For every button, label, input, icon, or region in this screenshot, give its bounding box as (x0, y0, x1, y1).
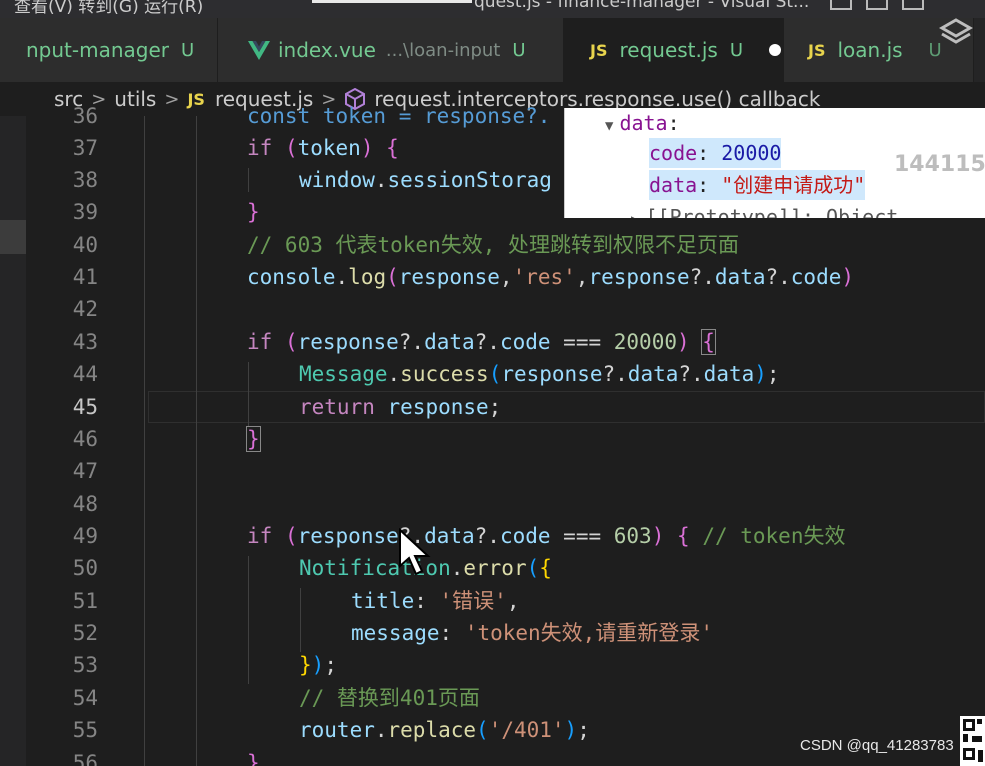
code-line-49: if (response?.data?.code === 603) { // t… (247, 524, 846, 548)
tree-prop-code: code: 20000 (649, 138, 782, 168)
line-number: 47 (72, 459, 98, 483)
code-line-56: } (247, 751, 260, 766)
tree-prop-data: data: "创建申请成功" (649, 170, 866, 200)
line-number: 54 (72, 686, 98, 710)
devtools-console-popup: ▼data: code: 20000 data: "创建申请成功" ▶[[Pro… (564, 108, 985, 218)
indent-guide (248, 362, 249, 426)
tab-index-vue[interactable]: index.vue ...\loan-input U (218, 18, 564, 82)
line-number: 40 (72, 233, 98, 257)
code-line-53: }); (299, 653, 337, 677)
untracked-badge: U (512, 39, 526, 61)
line-number: 51 (72, 589, 98, 613)
line-number: 55 (72, 718, 98, 742)
tree-prototype[interactable]: ▶[[Prototype]]: Object (631, 202, 898, 218)
code-line-46: } (246, 426, 261, 452)
code-line-38: window.sessionStorag (299, 168, 552, 192)
vscode-window: 查看(V) 转到(G) 运行(R) quest.js - finance-man… (0, 0, 985, 766)
tab-request-js[interactable]: JS request.js U (564, 18, 784, 82)
panel-toggle-icon[interactable] (866, 0, 888, 10)
left-panel-edge (0, 116, 26, 766)
line-number: 49 (72, 524, 98, 548)
code-line-41: console.log(response,'res',response?.dat… (247, 265, 855, 289)
indent-guide (300, 588, 301, 652)
indent-guide (248, 556, 249, 684)
video-logo-icon (938, 18, 974, 52)
selected-item-marker (0, 220, 26, 254)
line-number: 46 (72, 427, 98, 451)
menu-bar: 查看(V) 转到(G) 运行(R) quest.js - finance-man… (0, 0, 985, 18)
line-number: 36 (72, 104, 98, 128)
code-line-43: if (response?.data?.code === 20000) { (247, 329, 716, 355)
mouse-pointer-icon (398, 527, 432, 580)
qr-code-icon (960, 716, 985, 766)
tab-description: ...\loan-input (385, 39, 501, 61)
triangle-down-icon[interactable]: ▼ (605, 118, 613, 134)
code-line-40: // 603 代表token失效, 处理跳转到权限不足页面 (247, 233, 740, 257)
untracked-badge: U (181, 39, 195, 61)
redaction-bar (312, 0, 472, 3)
line-number: 37 (72, 136, 98, 160)
tab-label: loan.js (837, 38, 903, 62)
code-line-52: message: 'token失效,请重新登录' (351, 621, 713, 645)
line-number-current: 45 (72, 395, 98, 419)
window-title: quest.js - finance-manager - Visual St..… (474, 0, 810, 12)
code-line-44: Message.success(response?.data?.data); (299, 362, 780, 386)
js-file-icon: JS (808, 40, 826, 60)
tab-input-manager[interactable]: nput-manager U (0, 18, 218, 82)
indent-guide (144, 116, 145, 766)
untracked-badge: U (729, 39, 744, 61)
chevron-right-icon: > (164, 88, 180, 110)
line-number: 56 (72, 751, 98, 766)
layout-toggle-icon[interactable] (830, 0, 852, 10)
code-line-39: } (247, 200, 260, 224)
line-number: 53 (72, 653, 98, 677)
current-line-highlight (148, 391, 985, 423)
code-line-36: const token = response?. (247, 104, 551, 128)
code-line-55: router.replace('/401'); (299, 718, 590, 742)
line-number: 43 (72, 330, 98, 354)
js-file-icon: JS (187, 89, 205, 109)
tree-node-data[interactable]: ▼ data: (605, 108, 680, 138)
line-number: 50 (72, 556, 98, 580)
tab-bar: nput-manager U index.vue ...\loan-input … (0, 18, 985, 82)
code-line-54: // 替换到401页面 (299, 686, 480, 710)
tab-label: index.vue (278, 38, 376, 62)
code-line-45: return response; (299, 395, 502, 419)
line-number: 38 (72, 168, 98, 192)
js-file-icon: JS (590, 40, 608, 60)
tab-label: request.js (619, 38, 718, 62)
background-ghost-text: 1441152 (894, 152, 985, 177)
indent-guide (196, 116, 197, 766)
menu-items[interactable]: 查看(V) 转到(G) 运行(R) (14, 0, 203, 17)
line-number: 48 (72, 492, 98, 516)
line-number: 52 (72, 621, 98, 645)
indent-guide (248, 168, 249, 192)
breadcrumb-utils[interactable]: utils (114, 87, 156, 111)
code-line-51: title: '错误', (351, 589, 520, 613)
tab-label: nput-manager (26, 38, 169, 62)
line-number: 39 (72, 200, 98, 224)
unsaved-dot-icon[interactable] (769, 44, 782, 56)
line-number: 41 (72, 265, 98, 289)
sidebar-toggle-icon[interactable] (902, 0, 924, 10)
line-number: 42 (72, 297, 98, 321)
csdn-watermark: CSDN @qq_41283783 (800, 737, 954, 754)
vue-icon (248, 40, 270, 60)
triangle-right-icon[interactable]: ▶ (631, 212, 639, 218)
code-line-37: if (token) { (247, 136, 399, 160)
line-number: 44 (72, 362, 98, 386)
